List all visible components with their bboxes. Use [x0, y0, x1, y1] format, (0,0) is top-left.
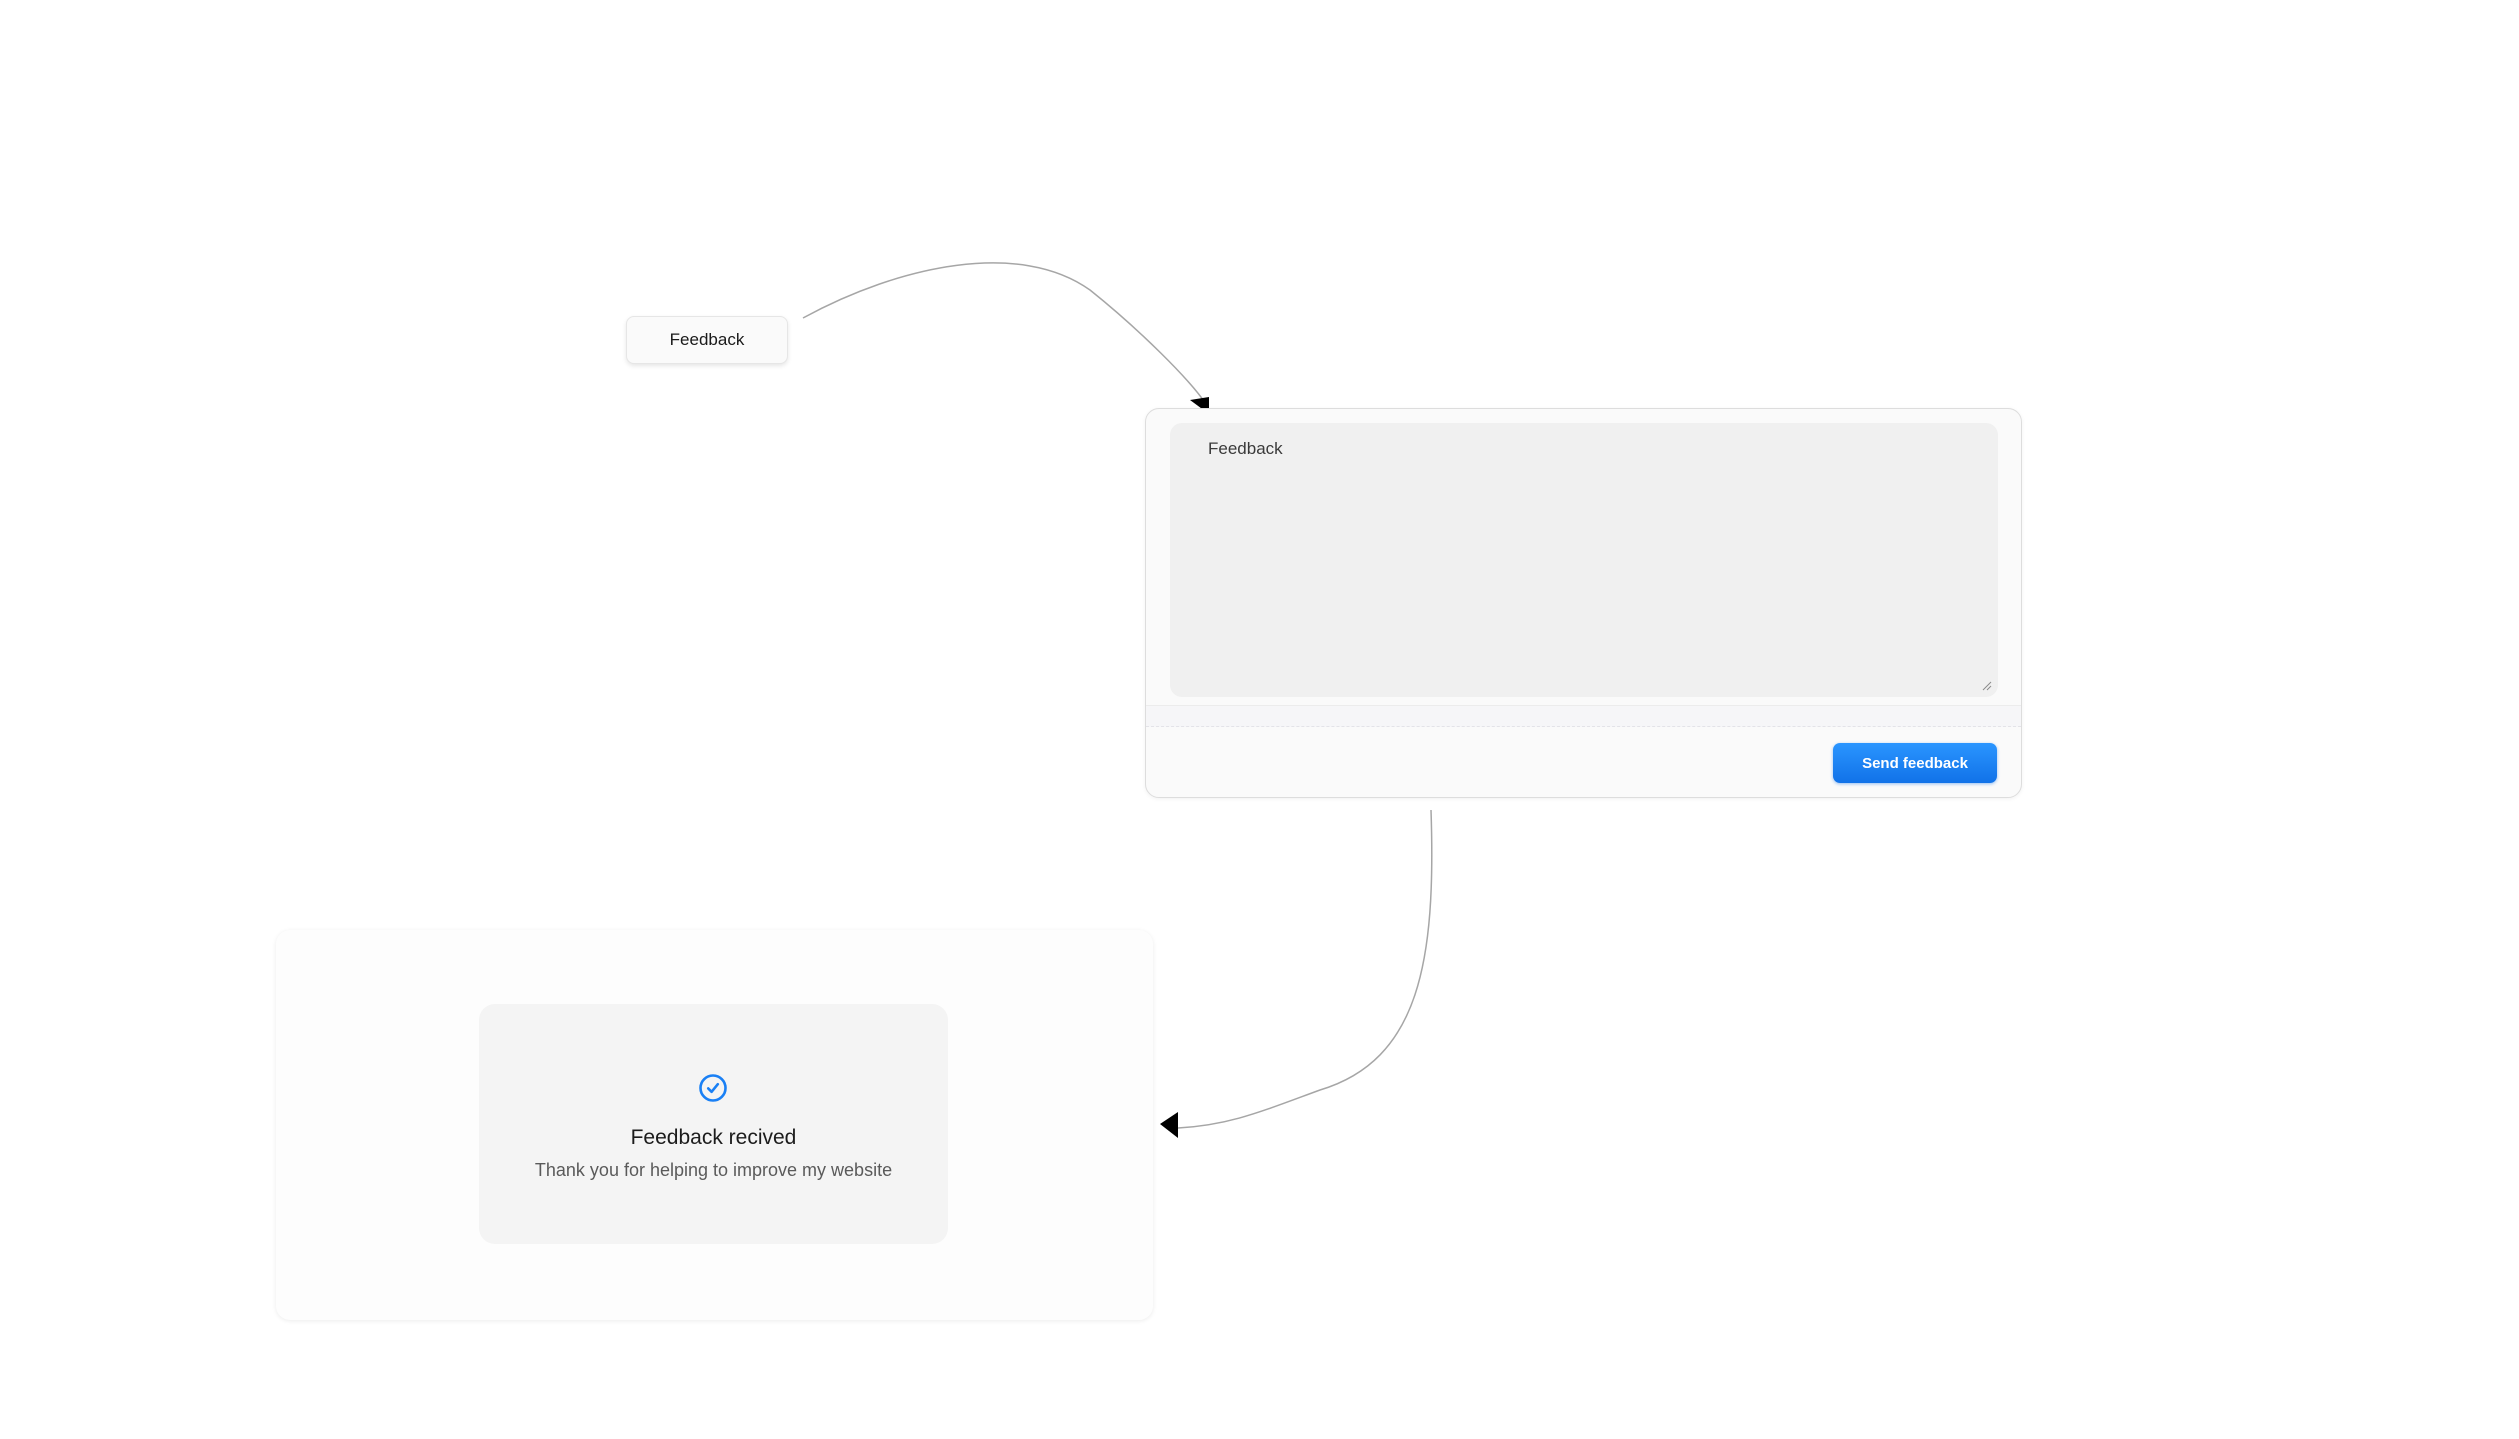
connector-trigger-to-form — [802, 262, 1207, 405]
form-divider — [1146, 705, 2021, 727]
send-feedback-button[interactable]: Send feedback — [1833, 743, 1997, 783]
feedback-trigger-button[interactable]: Feedback — [626, 316, 788, 364]
flow-canvas: Feedback Send feedback Feedback recived … — [0, 0, 2519, 1439]
feedback-form-panel: Send feedback — [1145, 408, 2022, 798]
feedback-textarea-container — [1170, 423, 1998, 697]
confirmation-panel: Feedback recived Thank you for helping t… — [276, 930, 1153, 1320]
confirmation-message: Thank you for helping to improve my webs… — [534, 1160, 893, 1180]
confirmation-card: Feedback recived Thank you for helping t… — [479, 1004, 948, 1244]
connector-form-to-confirmation — [1177, 809, 1433, 1129]
check-circle-icon — [699, 1074, 727, 1102]
feedback-textarea[interactable] — [1170, 423, 1998, 697]
resize-handle-icon[interactable] — [1982, 681, 1992, 691]
arrowhead-icon — [1160, 1112, 1178, 1138]
confirmation-title: Feedback recived — [630, 1126, 797, 1149]
